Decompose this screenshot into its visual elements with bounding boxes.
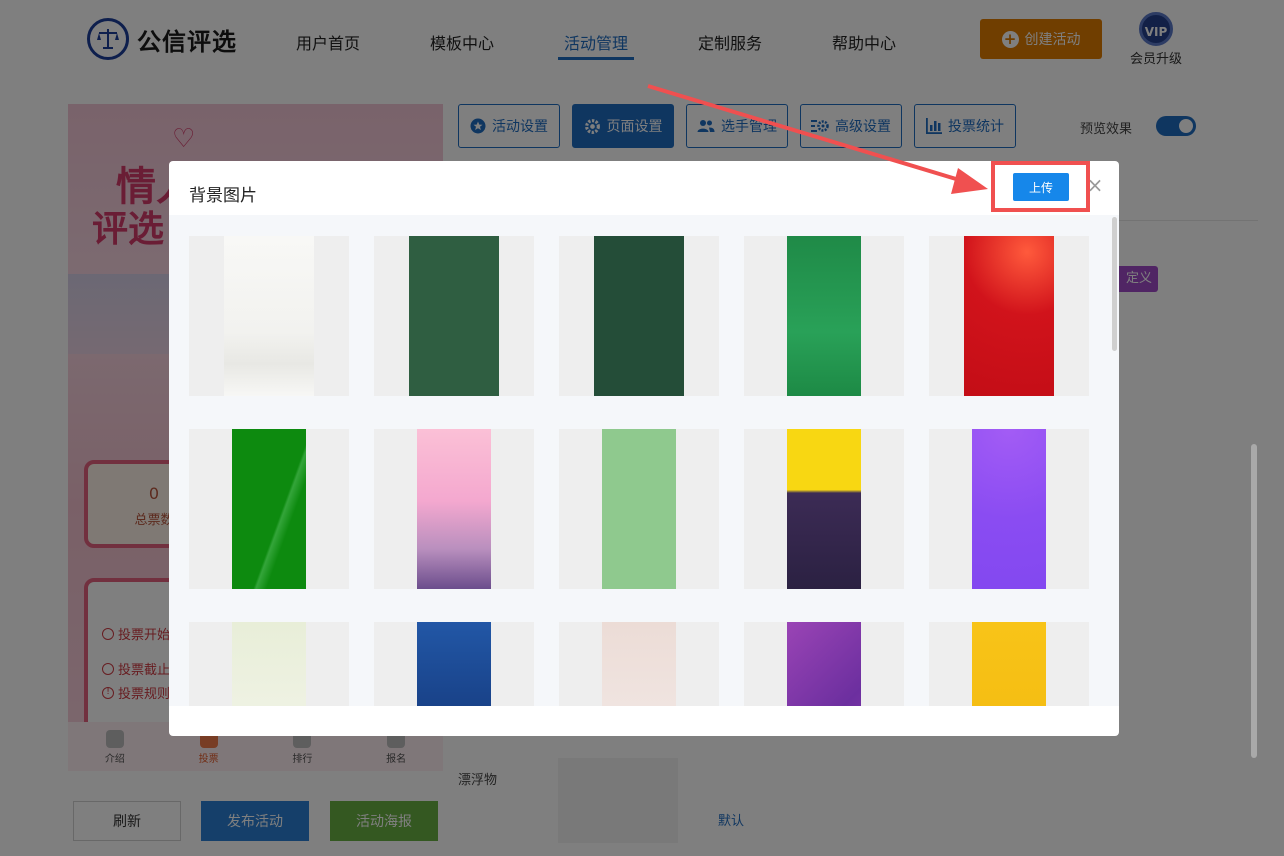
dialog-scrollbar[interactable] (1112, 217, 1117, 351)
background-image (232, 622, 306, 706)
background-thumb[interactable] (374, 429, 534, 589)
background-thumb[interactable] (744, 429, 904, 589)
background-thumb[interactable] (559, 429, 719, 589)
background-thumb[interactable] (559, 622, 719, 706)
background-image (972, 622, 1046, 706)
background-thumb[interactable] (189, 236, 349, 396)
background-thumb[interactable] (744, 622, 904, 706)
background-thumb[interactable] (929, 429, 1089, 589)
background-thumb[interactable] (374, 622, 534, 706)
background-image (594, 236, 684, 396)
dialog-title: 背景图片 (189, 186, 257, 206)
background-image (787, 429, 861, 589)
background-image (417, 429, 491, 589)
page-scrollbar[interactable] (1251, 444, 1257, 758)
background-image-dialog: 背景图片 上传 × (169, 161, 1119, 736)
background-thumb[interactable] (189, 429, 349, 589)
background-thumb[interactable] (374, 236, 534, 396)
background-image (602, 622, 676, 706)
upload-highlight-box (991, 161, 1090, 212)
background-image (602, 429, 676, 589)
background-image (972, 429, 1046, 589)
background-image (232, 429, 306, 589)
background-image (224, 236, 314, 396)
background-image (417, 622, 491, 706)
background-thumb[interactable] (189, 622, 349, 706)
background-thumb[interactable] (929, 622, 1089, 706)
background-image (409, 236, 499, 396)
background-image (964, 236, 1054, 396)
background-image (787, 236, 861, 396)
background-gallery (169, 215, 1119, 706)
background-image (787, 622, 861, 706)
background-thumb[interactable] (559, 236, 719, 396)
background-thumb[interactable] (744, 236, 904, 396)
background-thumb[interactable] (929, 236, 1089, 396)
